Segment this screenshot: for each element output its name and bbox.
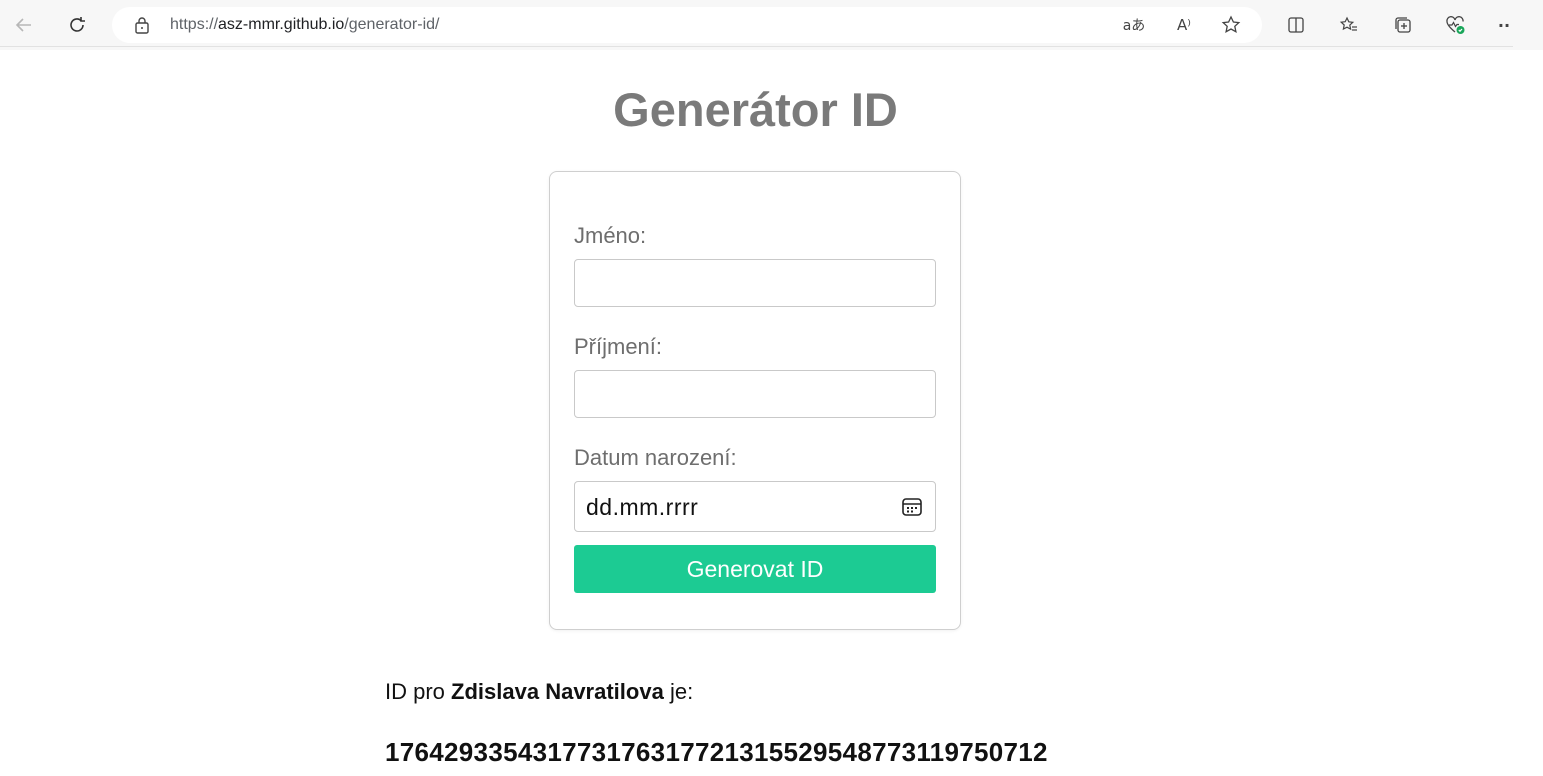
calendar-icon[interactable] — [901, 496, 923, 518]
first-name-input[interactable] — [574, 259, 936, 307]
address-bar[interactable]: https://asz-mmr.github.io/generator-id/ — [112, 7, 1262, 43]
result-suffix: je: — [669, 679, 694, 704]
generated-id-value: 1764293354317731763177213155295487731197… — [385, 737, 1048, 767]
toolbar-divider — [0, 46, 1513, 47]
first-name-label: Jméno: — [574, 223, 647, 248]
page-title: Generátor ID — [613, 83, 898, 136]
more-glyph: ·· — [1497, 15, 1511, 35]
birthdate-label: Datum narození: — [574, 445, 737, 470]
last-name-input[interactable] — [574, 370, 936, 418]
read-aloud-glyph: A⁾ — [1177, 16, 1191, 34]
url-host: asz-mmr.github.io — [218, 16, 345, 33]
generate-id-button[interactable]: Generovat ID — [574, 545, 936, 593]
back-icon[interactable] — [10, 11, 38, 39]
lock-icon[interactable] — [134, 16, 150, 39]
last-name-label: Příjmení: — [574, 334, 663, 359]
browser-toolbar: https://asz-mmr.github.io/generator-id/ … — [0, 0, 1543, 50]
birthdate-placeholder: dd.mm.rrrr — [586, 494, 699, 520]
translate-icon[interactable]: aあ — [1122, 13, 1146, 37]
favorites-icon[interactable] — [1337, 13, 1361, 37]
split-screen-icon[interactable] — [1284, 13, 1308, 37]
more-icon[interactable]: ·· — [1495, 13, 1513, 37]
favorite-star-icon[interactable] — [1219, 13, 1243, 37]
id-generator-form: Jméno: Příjmení: Datum narození: dd.mm.r… — [549, 171, 961, 630]
browser-essentials-icon[interactable] — [1443, 13, 1467, 37]
translate-glyph: aあ — [1122, 18, 1146, 34]
birthdate-input[interactable]: dd.mm.rrrr — [574, 481, 936, 532]
result-caption: ID pro Zdislava Navratilova je: — [385, 679, 693, 705]
url-text[interactable]: https://asz-mmr.github.io/generator-id/ — [170, 16, 439, 34]
url-scheme: https:// — [170, 16, 219, 33]
result-person-name: Zdislava Navratilova — [451, 679, 664, 704]
result-prefix: ID pro — [385, 679, 445, 704]
reload-icon[interactable] — [63, 11, 91, 39]
collections-icon[interactable] — [1391, 13, 1415, 37]
url-path: /generator-id/ — [344, 16, 440, 33]
read-aloud-icon[interactable]: A⁾ — [1172, 13, 1196, 37]
